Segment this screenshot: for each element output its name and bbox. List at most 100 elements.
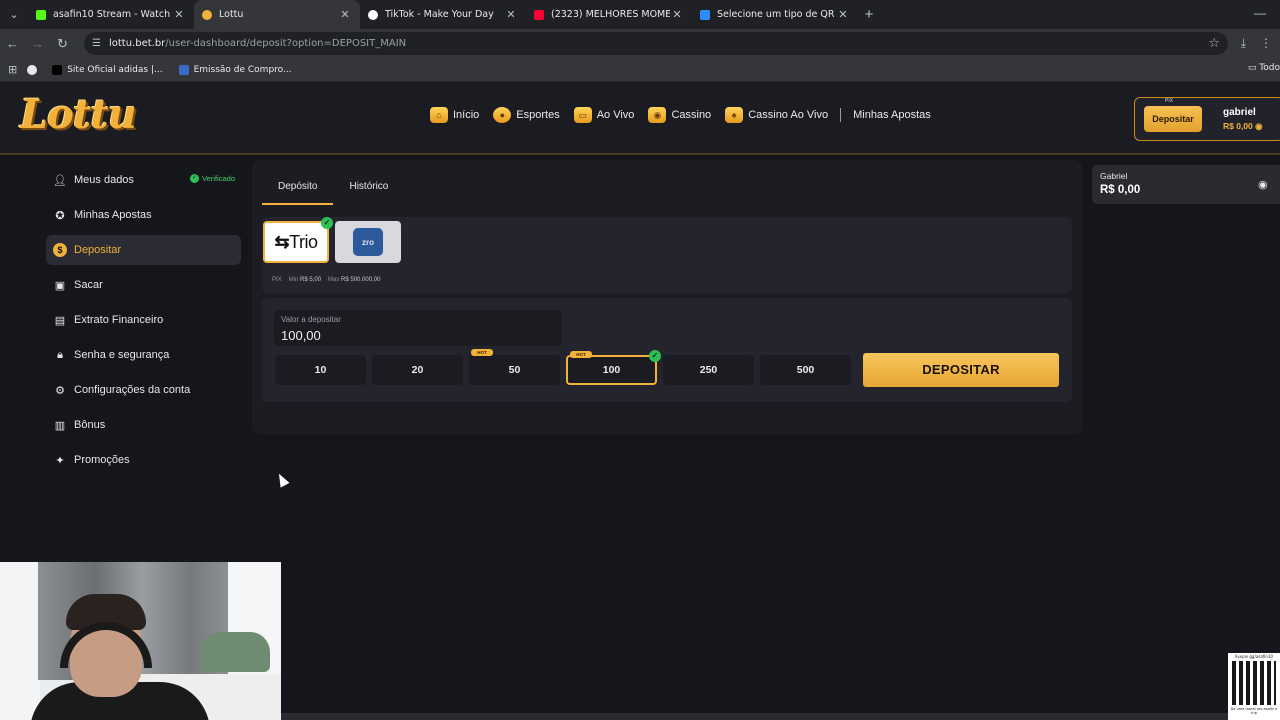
browser-tab[interactable]: (2323) MELHORES MOMENTOS ✕ [526,0,692,29]
url-path: /user-dashboard/deposit?option=DEPOSIT_M… [165,38,407,49]
nav-cassino[interactable]: ◉ Cassino [648,107,711,123]
amount-field[interactable]: Valor a depositar [274,310,562,346]
method-trio[interactable]: ⇆Trio ✓ [263,217,333,263]
bookmark-item[interactable]: Site Oficial adidas |... [52,64,163,75]
close-tab-icon[interactable]: ✕ [172,8,186,21]
nav-esportes[interactable]: ● Esportes [493,107,560,123]
address-bar[interactable]: ☰ lottu.bet.br/user-dashboard/deposit?op… [84,32,1228,55]
eye-icon[interactable]: ◉ [1255,121,1262,131]
tab-title: TikTok - Make Your Day [385,9,494,20]
tab-favicon-icon [202,9,212,20]
sidebar-item-label: Minhas Apostas [74,209,152,221]
browser-tab[interactable]: asafin10 Stream - Watch Live o ✕ [28,0,194,29]
eye-icon[interactable]: ◉ [1258,178,1268,191]
sidebar-item-minhas-apostas[interactable]: ✪ Minhas Apostas [46,200,241,230]
chip-label: 10 [314,364,327,376]
browser-tab[interactable]: Selecione um tipo de QR code ✕ [692,0,858,29]
nav-inicio[interactable]: ⌂ Início [430,107,479,123]
adidas-icon [52,64,63,75]
account-name[interactable]: gabriel [1223,107,1256,118]
chip-label: 250 [699,364,718,376]
sidebar-item-label: Promoções [74,454,130,466]
close-tab-icon[interactable]: ✕ [504,8,518,21]
amount-input[interactable] [281,328,481,343]
sidebar-item-meus-dados[interactable]: 👤︎ Meus dados ✓ Verificado [46,165,241,195]
amount-chip-250[interactable]: 250 [663,355,754,385]
method-label: Trio [289,231,318,252]
deposit-panel: Depósito Histórico ⇆Trio ✓ zro PIX Min R… [252,160,1082,434]
mouse-cursor-icon [274,471,290,488]
lottu-logo[interactable]: Lottu [20,91,137,138]
sidebar-item-label: Configurações da conta [74,384,191,396]
hot-badge: HOT [471,349,493,356]
tab-historico[interactable]: Histórico [333,170,404,205]
nav-ao-vivo[interactable]: ▭ Ao Vivo [573,107,634,123]
amount-chip-20[interactable]: 20 [372,355,463,385]
sidebar-item-promocoes[interactable]: ✦ Promoções [46,445,241,475]
bookmark-item[interactable]: Emissão de Compro... [178,64,292,75]
method-zro[interactable]: zro [335,221,401,263]
new-tab-icon[interactable]: + [858,6,880,23]
balance-card: Gabriel R$ 0,00 ◉ [1092,165,1280,204]
sidebar-item-configuracoes[interactable]: ⚙ Configurações da conta [46,375,241,405]
qr-bottom-text: Da uma moral pro asafin e trip [1230,707,1278,715]
tab-title: Selecione um tipo de QR code [717,9,836,20]
back-icon[interactable]: ← [0,36,25,51]
deposit-submit-button[interactable]: DEPOSITAR [863,353,1059,387]
balance-card-name: Gabriel [1100,171,1128,181]
gear-icon: ⚙ [55,384,65,397]
nav-cassino-ao-vivo[interactable]: ♠ Cassino Ao Vivo [725,107,828,123]
browser-tab[interactable]: TikTok - Make Your Day ✕ [360,0,526,29]
sidebar-item-bonus[interactable]: ▥ Bônus [46,410,241,440]
tab-favicon-icon [36,9,46,20]
header-deposit-button[interactable]: Depositar [1144,106,1202,132]
extensions-icon[interactable]: ⋮ [1260,36,1272,51]
limit-min-value: R$ 5,00 [300,277,322,283]
account-sidebar: 👤︎ Meus dados ✓ Verificado ✪ Minhas Apos… [46,165,241,480]
verified-label: Verificado [202,174,235,183]
amount-chip-100[interactable]: HOT 100 ✓ [566,350,661,385]
web-icon[interactable] [27,64,42,75]
balance-value: R$ 0,00 [1223,121,1253,131]
apps-icon[interactable]: ⊞ [8,63,17,76]
selected-check-icon: ✓ [649,350,661,362]
sidebar-item-extrato[interactable]: ▤ Extrato Financeiro [46,305,241,335]
bottom-strip [281,713,1228,720]
trio-mark-icon: ⇆ [274,231,290,252]
verified-badge: ✓ Verificado [190,174,235,183]
site-info-icon[interactable]: ☰ [92,38,101,49]
hot-badge: HOT [570,351,592,358]
sidebar-item-label: Extrato Financeiro [74,314,164,326]
sidebar-item-label: Bônus [74,419,106,431]
forward-icon[interactable]: → [25,36,50,51]
close-tab-icon[interactable]: ✕ [338,8,352,21]
close-tab-icon[interactable]: ✕ [836,8,850,21]
site-header: Lottu ⌂ Início ● Esportes ▭ Ao Vivo ◉ Ca… [0,83,1280,155]
minimize-icon[interactable]: — [1254,6,1266,20]
cam-wall [0,562,40,720]
amount-section: Valor a depositar 10 20 HOT 50 HOT 100 ✓… [262,298,1072,402]
amount-chip-10[interactable]: 10 [275,355,366,385]
sidebar-item-label: Sacar [74,279,103,291]
sidebar-item-label: Depositar [74,244,122,256]
bookmarks-bar: ⊞ Site Oficial adidas |... Emissão de Co… [0,58,1280,82]
bookmark-star-icon[interactable]: ☆ [1208,36,1220,51]
chips-icon: ◉ [648,107,667,123]
folder-icon: ▭ [1247,63,1257,73]
sidebar-item-sacar[interactable]: ▣ Sacar [46,270,241,300]
amount-chip-50[interactable]: HOT 50 [469,349,560,385]
all-bookmarks[interactable]: ▭ Todo [1248,63,1280,73]
nav-label: Esportes [516,109,560,121]
amount-chip-500[interactable]: 500 [760,355,851,385]
tab-search-icon[interactable]: ⌄ [0,0,28,29]
browser-tab-active[interactable]: Lottu ✕ [194,0,360,29]
sidebar-item-depositar[interactable]: $ Depositar [46,235,241,265]
sidebar-item-senha[interactable]: 🔒︎ Senha e segurança [46,340,241,370]
nav-minhas-apostas[interactable]: Minhas Apostas [853,109,931,121]
main-nav: ⌂ Início ● Esportes ▭ Ao Vivo ◉ Cassino … [430,107,945,123]
close-tab-icon[interactable]: ✕ [670,8,684,21]
reload-icon[interactable]: ↻ [50,36,75,52]
download-icon[interactable]: ⤓ [1241,36,1246,51]
dollar-icon: $ [53,243,67,257]
tab-deposito[interactable]: Depósito [262,170,334,205]
